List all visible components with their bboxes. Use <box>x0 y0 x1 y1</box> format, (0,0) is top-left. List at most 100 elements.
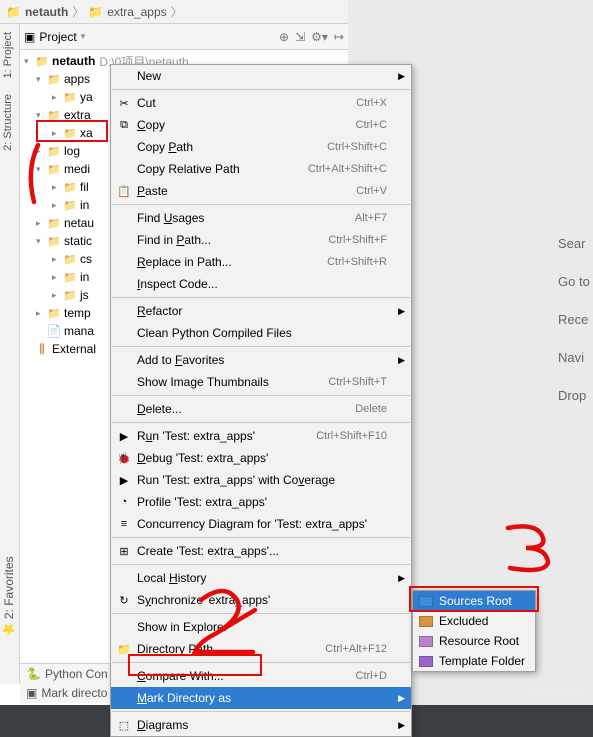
ctx-refactor[interactable]: Refactor▶ <box>111 300 411 322</box>
ctx-debug-test-extra-apps-[interactable]: 🐞Debug 'Test: extra_apps' <box>111 447 411 469</box>
ctx-clean-python-compiled-files[interactable]: Clean Python Compiled Files <box>111 322 411 344</box>
ctx-profile-test-extra-apps-[interactable]: ◔Profile 'Test: extra_apps' <box>111 491 411 513</box>
folder-icon <box>34 54 50 68</box>
tab-favorites[interactable]: ⭐ 2: Favorites <box>0 548 18 644</box>
ctx-concurrency-diagram-for-test-extra-apps-[interactable]: ≡Concurrency Diagram for 'Test: extra_ap… <box>111 513 411 535</box>
color-swatch <box>419 636 433 647</box>
menu-icon: 🐞 <box>115 452 133 465</box>
expand-icon[interactable]: ▾ <box>36 74 46 85</box>
tab-project[interactable]: 1: Project <box>0 24 16 86</box>
ctx-paste[interactable]: 📋PasteCtrl+V <box>111 180 411 202</box>
ctx-cut[interactable]: ✂CutCtrl+X <box>111 92 411 114</box>
submenu-excluded[interactable]: Excluded <box>413 611 535 631</box>
hint-goto: Go to <box>558 274 590 289</box>
folder-icon <box>46 306 62 320</box>
ctx-show-image-thumbnails[interactable]: Show Image ThumbnailsCtrl+Shift+T <box>111 371 411 393</box>
ctx-diagrams[interactable]: ⬚Diagrams▶ <box>111 714 411 736</box>
color-swatch <box>419 616 433 627</box>
expand-icon[interactable]: ▾ <box>36 164 46 175</box>
folder-icon <box>62 126 78 140</box>
menu-icon: ⧉ <box>115 119 133 132</box>
menu-icon: ▶ <box>115 430 133 443</box>
menu-icon: ◔ <box>115 496 133 508</box>
ctx-compare-with-[interactable]: Compare With...Ctrl+D <box>111 665 411 687</box>
expand-icon[interactable]: ▸ <box>52 128 62 139</box>
expand-icon[interactable]: ▸ <box>52 200 62 211</box>
target-icon[interactable]: ⊕ <box>279 30 289 44</box>
folder-icon <box>62 252 78 266</box>
menu-icon: ⬚ <box>115 719 133 732</box>
ctx-show-in-explorer[interactable]: Show in Explorer <box>111 616 411 638</box>
folder-icon <box>46 108 62 122</box>
expand-icon[interactable]: ▸ <box>52 254 62 265</box>
submenu-sources-root[interactable]: Sources Root <box>413 591 535 611</box>
folder-icon: ▣ <box>26 686 37 700</box>
folder-icon <box>62 288 78 302</box>
project-icon: ▣ <box>24 30 35 44</box>
ctx-synchronize-extra-apps-[interactable]: ↻Synchronize 'extra_apps' <box>111 589 411 611</box>
hide-icon[interactable]: ↦ <box>334 30 344 44</box>
folder-icon: 📁 <box>88 5 103 19</box>
breadcrumb-child[interactable]: extra_apps <box>107 5 166 19</box>
ctx-copy-path[interactable]: Copy PathCtrl+Shift+C <box>111 136 411 158</box>
expand-icon[interactable]: ▸ <box>52 92 62 103</box>
expand-icon[interactable]: ▾ <box>36 236 46 247</box>
context-menu: New▶ ✂CutCtrl+X⧉CopyCtrl+CCopy PathCtrl+S… <box>110 64 412 737</box>
menu-icon: ▶ <box>115 474 133 487</box>
expand-icon[interactable]: ▸ <box>52 182 62 193</box>
ctx-replace-in-path-[interactable]: Replace in Path...Ctrl+Shift+R <box>111 251 411 273</box>
ctx-copy-relative-path[interactable]: Copy Relative PathCtrl+Alt+Shift+C <box>111 158 411 180</box>
ctx-find-usages[interactable]: Find UsagesAlt+F7 <box>111 207 411 229</box>
expand-icon[interactable] <box>24 56 34 67</box>
folder-icon: 📁 <box>6 5 21 19</box>
ctx-mark-directory-as[interactable]: Mark Directory as▶ <box>111 687 411 709</box>
dropdown-icon[interactable]: ▾ <box>81 31 86 42</box>
breadcrumb[interactable]: 📁 netauth 〉 📁 extra_apps 〉 <box>0 0 348 24</box>
gear-icon[interactable]: ⚙▾ <box>311 30 328 44</box>
expand-icon[interactable]: ▸ <box>36 146 46 157</box>
menu-icon: ≡ <box>115 518 133 530</box>
ctx-directory-path[interactable]: 📁Directory PathCtrl+Alt+F12 <box>111 638 411 660</box>
hint-recent: Rece <box>558 312 588 327</box>
folder-icon <box>46 72 62 86</box>
submenu-resource-root[interactable]: Resource Root <box>413 631 535 651</box>
ctx-create-test-extra-apps-[interactable]: ⊞Create 'Test: extra_apps'... <box>111 540 411 562</box>
breadcrumb-root[interactable]: netauth <box>25 5 68 19</box>
submenu-template-folder[interactable]: Template Folder <box>413 651 535 671</box>
ctx-new[interactable]: New▶ <box>111 65 411 87</box>
color-swatch <box>419 656 433 667</box>
folder-icon <box>62 198 78 212</box>
ctx-add-to-favorites[interactable]: Add to Favorites▶ <box>111 349 411 371</box>
menu-icon: 📋 <box>115 185 133 198</box>
python-icon: 🐍 <box>26 667 41 681</box>
expand-icon[interactable]: ▸ <box>52 290 62 301</box>
folder-icon <box>46 216 62 230</box>
ctx-local-history[interactable]: Local History▶ <box>111 567 411 589</box>
folder-icon <box>62 180 78 194</box>
project-title[interactable]: Project <box>39 30 76 44</box>
ctx-delete-[interactable]: Delete...Delete <box>111 398 411 420</box>
expand-icon[interactable]: ▸ <box>36 218 46 229</box>
folder-icon <box>62 270 78 284</box>
folder-icon <box>46 162 62 176</box>
folder-icon <box>46 234 62 248</box>
menu-icon: ✂ <box>115 97 133 110</box>
ctx-inspect-code-[interactable]: Inspect Code... <box>111 273 411 295</box>
ctx-copy[interactable]: ⧉CopyCtrl+C <box>111 114 411 136</box>
expand-icon[interactable]: ▸ <box>36 308 46 319</box>
menu-icon: 📁 <box>115 643 133 656</box>
ctx-run-test-extra-apps-with-coverage[interactable]: ▶Run 'Test: extra_apps' with Coverage <box>111 469 411 491</box>
ctx-find-in-path-[interactable]: Find in Path...Ctrl+Shift+F <box>111 229 411 251</box>
expand-icon[interactable]: ▸ <box>52 272 62 283</box>
folder-icon: 📄 <box>46 324 62 338</box>
hint-nav: Navi <box>558 350 584 365</box>
color-swatch <box>419 596 433 607</box>
collapse-icon[interactable]: ⇲ <box>295 30 305 44</box>
chevron-right-icon: 〉 <box>72 3 84 20</box>
menu-icon: ↻ <box>115 594 133 607</box>
folder-icon <box>62 90 78 104</box>
expand-icon[interactable]: ▾ <box>36 110 46 121</box>
ctx-run-test-extra-apps-[interactable]: ▶Run 'Test: extra_apps'Ctrl+Shift+F10 <box>111 425 411 447</box>
folder-icon <box>46 144 62 158</box>
tab-structure[interactable]: 2: Structure <box>0 86 16 159</box>
